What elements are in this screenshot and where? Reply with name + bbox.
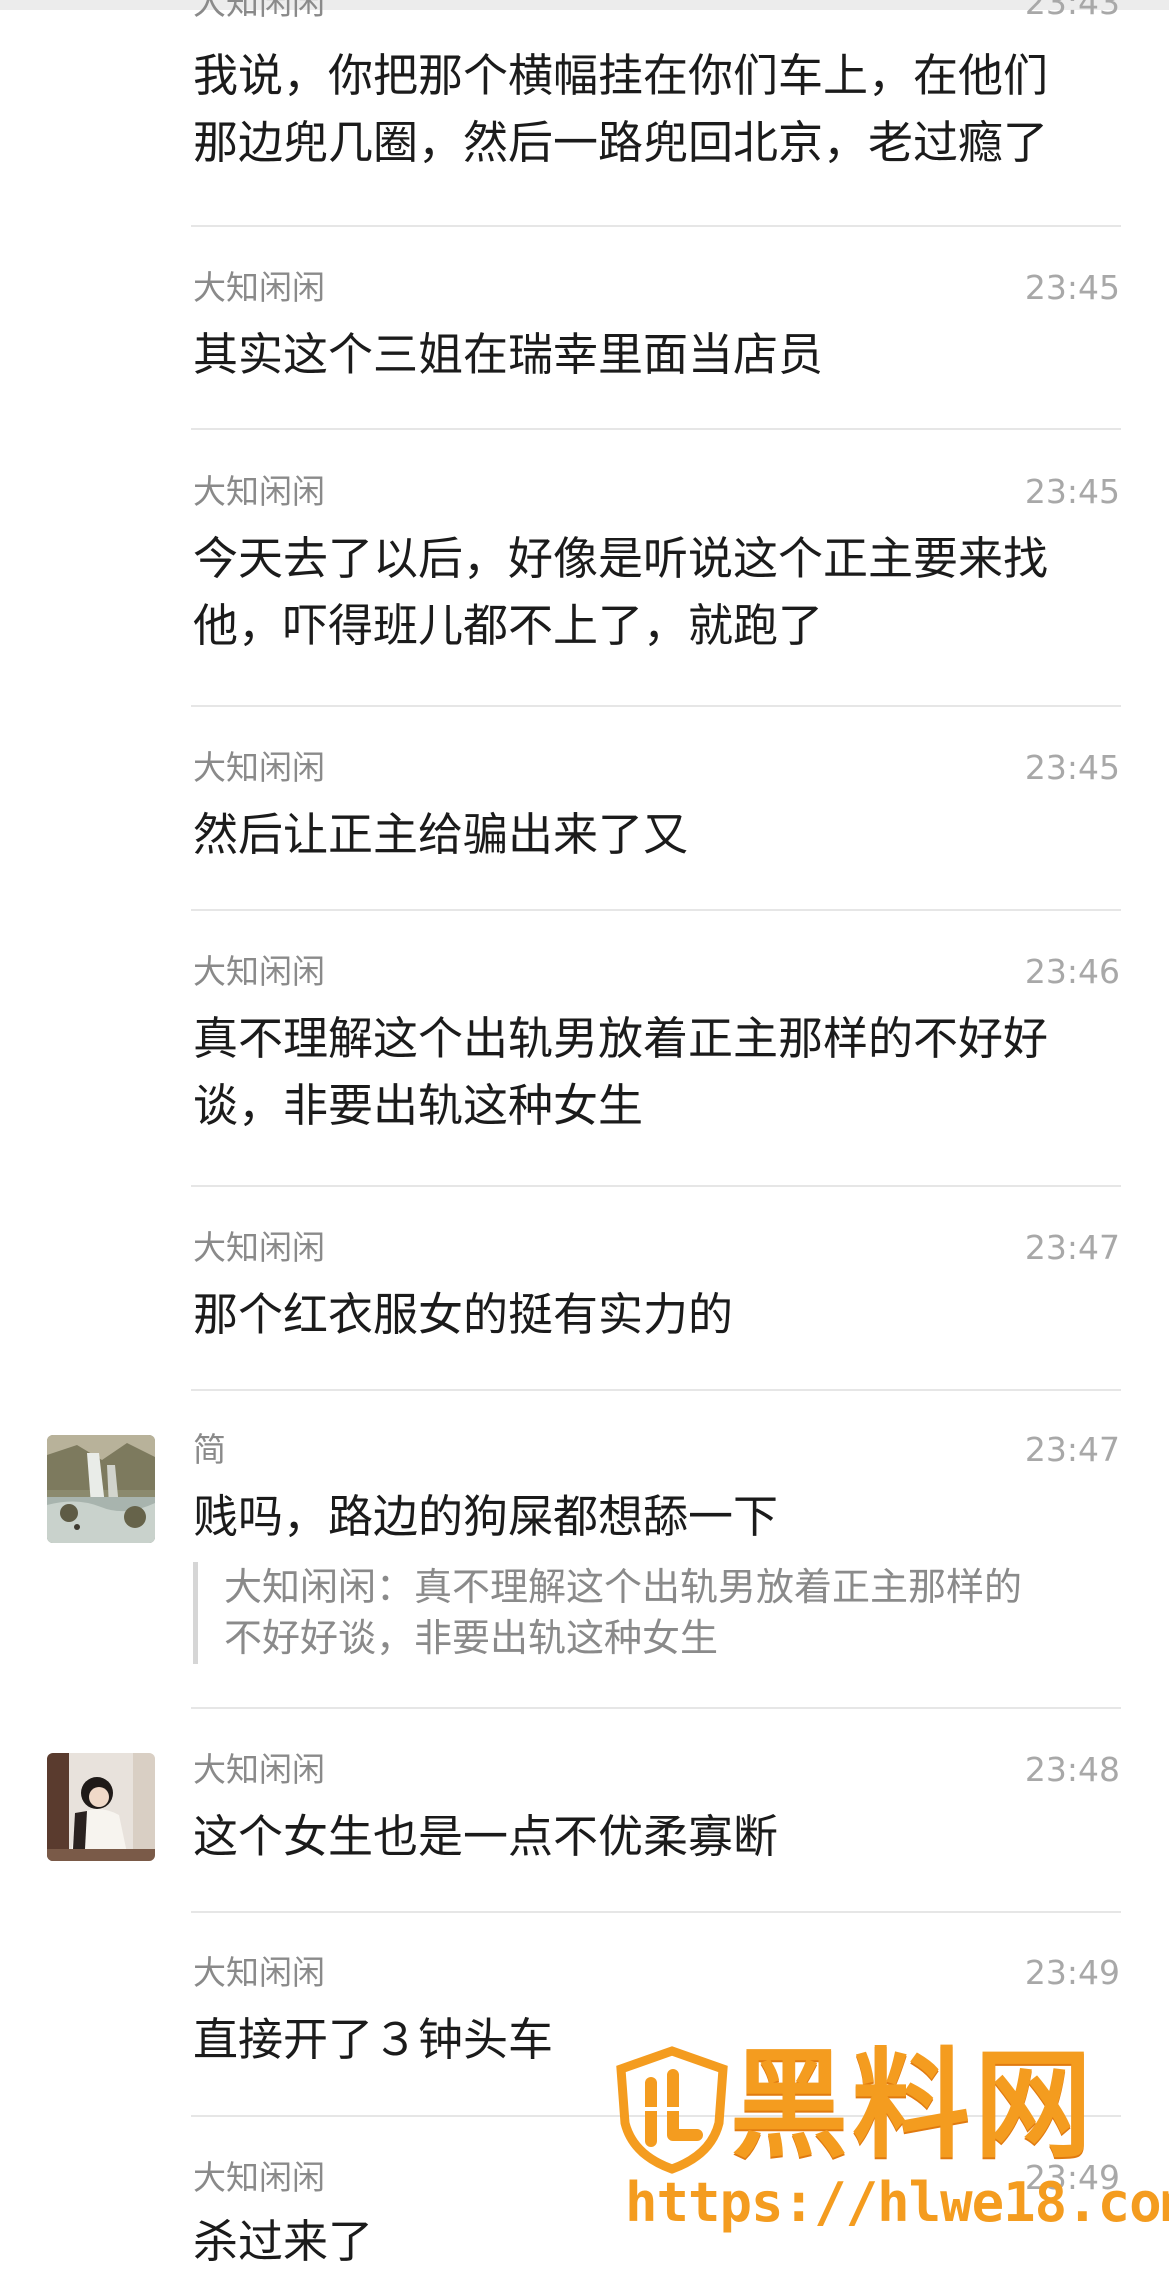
message-divider — [191, 1185, 1121, 1187]
status-bar-edge — [0, 0, 1169, 10]
message-time: 23:49 — [1024, 1953, 1120, 1992]
message-divider — [191, 909, 1121, 911]
message-time: 23:43 — [1024, 0, 1120, 22]
message-line: 他，吓得班儿都不上了，就跑了 — [193, 599, 824, 652]
message-divider — [191, 705, 1121, 707]
message-text: 这个女生也是一点不优柔寡断 — [193, 1803, 1123, 1870]
quote-line: 不好好谈，非要出轨这种女生 — [224, 1616, 719, 1660]
sender-name: 大知闲闲 — [193, 0, 325, 22]
avatar-image — [47, 1435, 155, 1543]
portrait-avatar[interactable] — [47, 1753, 155, 1861]
message-line: 这个女生也是一点不优柔寡断 — [193, 1810, 779, 1863]
waterfall-avatar[interactable] — [47, 1435, 155, 1543]
message-line: 谈，非要出轨这种女生 — [193, 1079, 644, 1132]
sender-name: 大知闲闲 — [193, 1953, 325, 1992]
message-line: 那边兜几圈，然后一路兜回北京，老过瘾了 — [193, 116, 1049, 169]
watermark-title: 黑料网 — [730, 2036, 1097, 2174]
message-line: 那个红衣服女的挺有实力的 — [193, 1288, 734, 1341]
sender-name: 大知闲闲 — [193, 268, 325, 307]
message-divider — [191, 1707, 1121, 1709]
sender-name: 大知闲闲 — [193, 1228, 325, 1267]
sender-name: 大知闲闲 — [193, 1750, 325, 1789]
quoted-reply[interactable]: 大知闲闲：真不理解这个出轨男放着正主那样的 不好好谈，非要出轨这种女生 — [193, 1562, 1134, 1664]
sender-name: 简 — [193, 1430, 226, 1469]
shield-logo-icon — [615, 2045, 730, 2175]
avatar-image — [47, 1753, 155, 1861]
message-line: 然后让正主给骗出来了又 — [193, 808, 689, 861]
watermark-url: https://hlwe18.com — [625, 2171, 1169, 2234]
message-line: 我说，你把那个横幅挂在你们车上，在他们 — [193, 49, 1049, 102]
message-divider — [191, 1389, 1121, 1391]
message-time: 23:45 — [1024, 748, 1120, 787]
message-time: 23:46 — [1024, 952, 1120, 991]
message-text: 然后让正主给骗出来了又 — [193, 801, 1123, 868]
sender-name: 大知闲闲 — [193, 748, 325, 787]
sender-name: 大知闲闲 — [193, 472, 325, 511]
message-time: 23:45 — [1024, 268, 1120, 307]
message-text: 其实这个三姐在瑞幸里面当店员 — [193, 321, 1123, 388]
message-text: 真不理解这个出轨男放着正主那样的不好好 谈，非要出轨这种女生 — [193, 1005, 1123, 1139]
message-text: 今天去了以后，好像是听说这个正主要来找 他，吓得班儿都不上了，就跑了 — [193, 525, 1123, 659]
sender-name: 大知闲闲 — [193, 952, 325, 991]
message-time: 23:47 — [1024, 1430, 1120, 1469]
message-time: 23:48 — [1024, 1750, 1120, 1789]
site-watermark: 黑料网 https://hlwe18.com — [615, 2035, 1169, 2243]
message-divider — [191, 225, 1121, 227]
message-divider — [191, 428, 1121, 430]
message-line: 真不理解这个出轨男放着正主那样的不好好 — [193, 1012, 1049, 1065]
message-text: 贱吗，路边的狗屎都想舔一下 — [193, 1483, 1123, 1550]
message-line: 贱吗，路边的狗屎都想舔一下 — [193, 1490, 779, 1543]
message-time: 23:45 — [1024, 472, 1120, 511]
message-line: 其实这个三姐在瑞幸里面当店员 — [193, 328, 824, 381]
message-text: 我说，你把那个横幅挂在你们车上，在他们 那边兜几圈，然后一路兜回北京，老过瘾了 — [193, 42, 1123, 176]
message-line: 今天去了以后，好像是听说这个正主要来找 — [193, 532, 1049, 585]
message-time: 23:47 — [1024, 1228, 1120, 1267]
quote-line: 大知闲闲：真不理解这个出轨男放着正主那样的 — [224, 1565, 1023, 1609]
sender-name: 大知闲闲 — [193, 2158, 325, 2197]
message-divider — [191, 1911, 1121, 1913]
message-text: 那个红衣服女的挺有实力的 — [193, 1281, 1123, 1348]
